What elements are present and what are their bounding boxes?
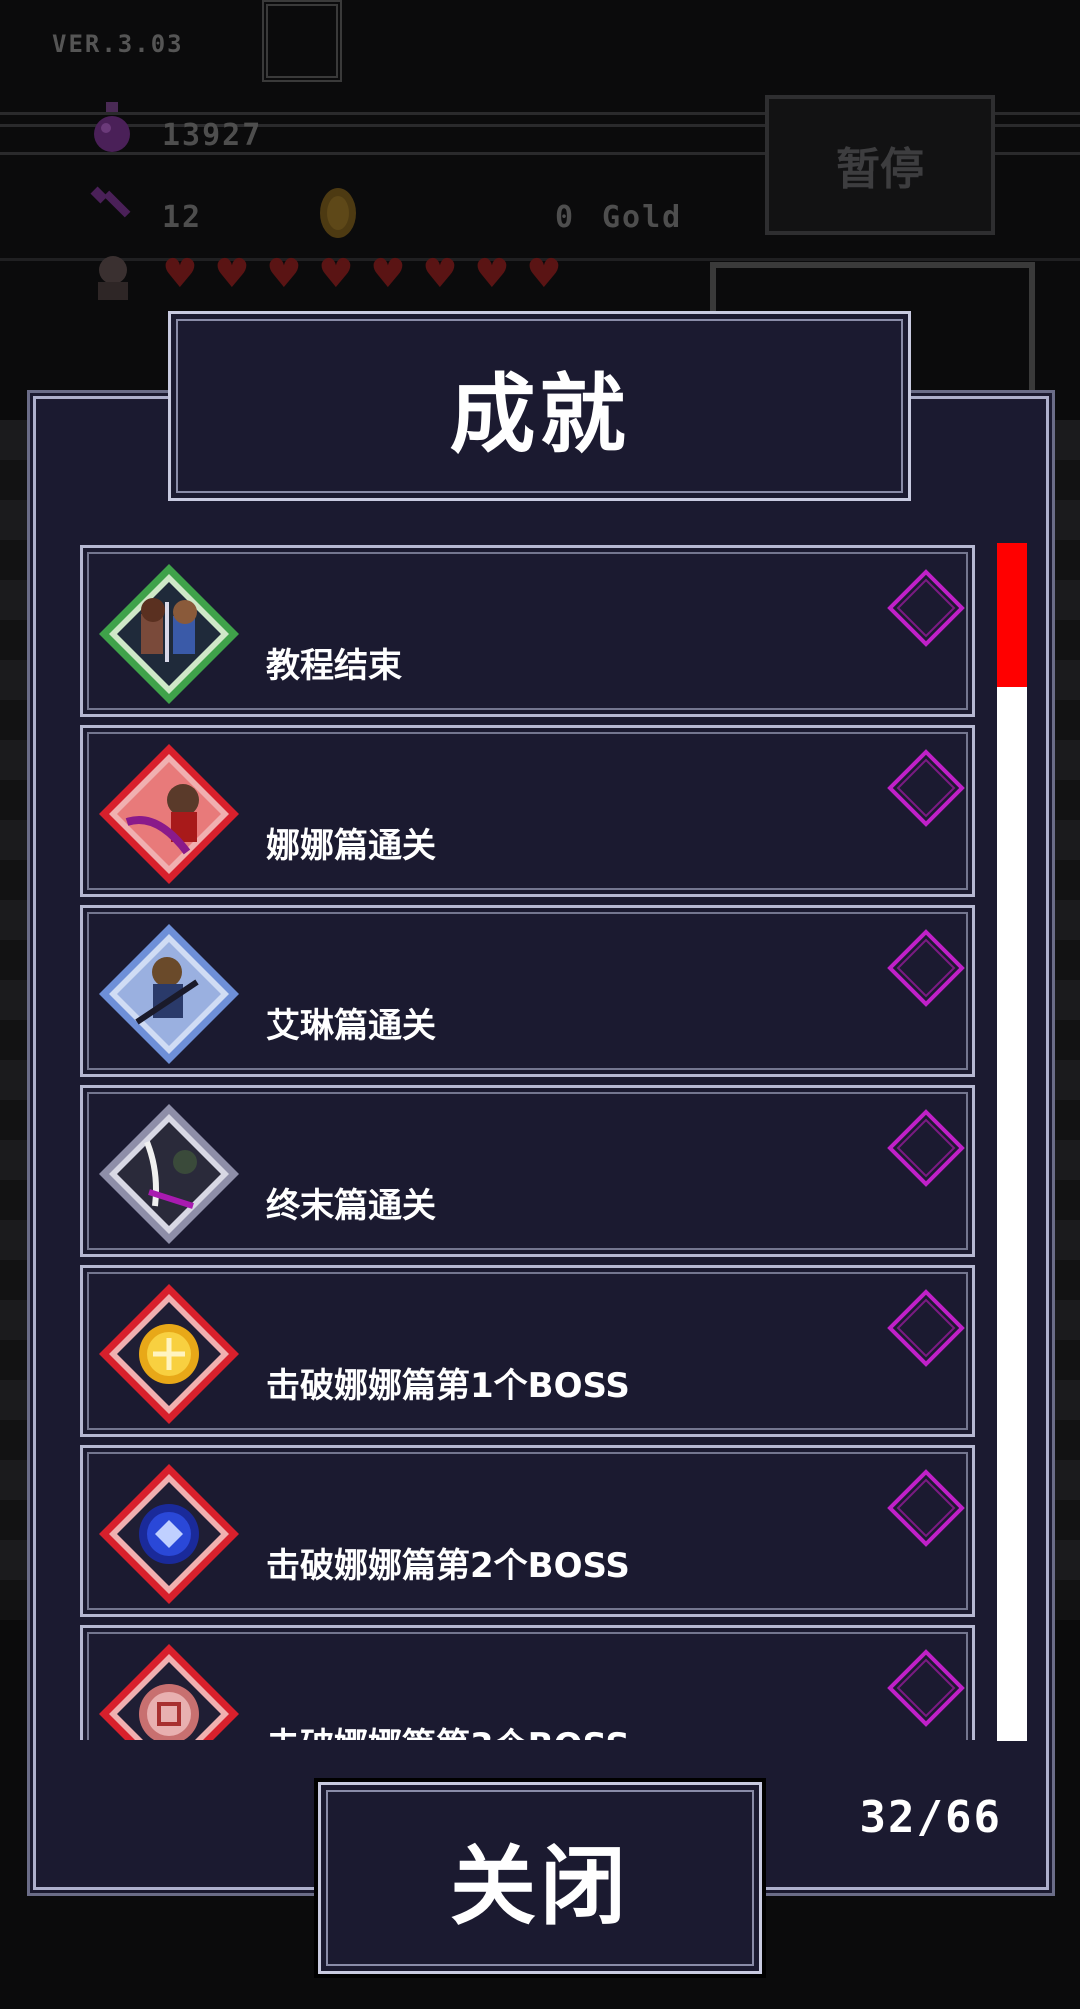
heart-icon: ♥ <box>474 251 510 297</box>
achievement-row[interactable]: 击破娜娜篇第1个BOSS <box>80 1265 975 1437</box>
gold-amount: 0 <box>555 200 576 235</box>
locked-diamond-icon <box>887 1109 965 1187</box>
achievement-list[interactable]: 教程结束 娜娜篇通关 艾琳篇通关 终末篇通关 击破娜娜篇第1个BOSS 击破娜娜… <box>80 545 975 1740</box>
achievement-progress-counter: 32/66 <box>859 1792 1002 1843</box>
tutorial-heroines-icon <box>99 564 239 704</box>
gold-boss-emblem-icon <box>99 1284 239 1424</box>
locked-diamond-icon <box>887 929 965 1007</box>
achievement-label: 娜娜篇通关 <box>266 826 436 866</box>
achievement-label: 终末篇通关 <box>266 1186 436 1226</box>
heart-icon: ♥ <box>266 251 302 297</box>
heart-icon: ♥ <box>370 251 406 297</box>
version-label: VER.3.03 <box>52 30 184 58</box>
achievement-label: 击破娜娜篇第3个BOSS <box>266 1718 630 1740</box>
gold-label: Gold <box>602 200 683 235</box>
locked-diamond-icon <box>887 1469 965 1547</box>
pause-button: 暂停 <box>765 95 995 235</box>
close-button[interactable]: 关闭 <box>318 1782 762 1974</box>
gold-coin-icon <box>320 188 356 238</box>
achievement-label: 教程结束 <box>266 646 402 686</box>
nana-chapter-icon <box>99 744 239 884</box>
achievement-row[interactable]: 击破娜娜篇第3个BOSS <box>80 1625 975 1740</box>
key-count: 12 <box>162 200 203 235</box>
locked-diamond-icon <box>887 749 965 827</box>
heart-icon: ♥ <box>422 251 458 297</box>
close-button-label: 关闭 <box>450 1836 630 1937</box>
item-slot <box>262 0 342 82</box>
player-portrait-icon <box>98 256 128 300</box>
achievement-label: 击破娜娜篇第2个BOSS <box>266 1546 630 1586</box>
irene-chapter-icon <box>99 924 239 1064</box>
achievement-row[interactable]: 娜娜篇通关 <box>80 725 975 897</box>
health-hearts: ♥ ♥ ♥ ♥ ♥ ♥ ♥ ♥ <box>162 251 564 297</box>
heart-icon: ♥ <box>318 251 354 297</box>
heart-icon: ♥ <box>214 251 250 297</box>
achievement-label: 击破娜娜篇第1个BOSS <box>266 1366 630 1406</box>
achievement-row[interactable]: 艾琳篇通关 <box>80 905 975 1077</box>
dialog-title: 成就 <box>449 364 630 465</box>
locked-diamond-icon <box>887 1289 965 1367</box>
potion-count: 13927 <box>162 118 263 153</box>
achievement-row[interactable]: 击破娜娜篇第2个BOSS <box>80 1445 975 1617</box>
achievement-row[interactable]: 终末篇通关 <box>80 1085 975 1257</box>
scrollbar-thumb[interactable] <box>997 543 1027 687</box>
locked-diamond-icon <box>887 1649 965 1727</box>
final-chapter-icon <box>99 1104 239 1244</box>
achievement-label: 艾琳篇通关 <box>266 1006 436 1046</box>
scrollbar-track[interactable] <box>997 543 1027 1741</box>
potion-icon <box>94 102 130 152</box>
locked-diamond-icon <box>887 569 965 647</box>
title-banner: 成就 <box>168 311 911 501</box>
heart-icon: ♥ <box>526 251 562 297</box>
heart-icon: ♥ <box>162 251 198 297</box>
key-icon <box>90 186 131 218</box>
red-boss-emblem-icon <box>99 1644 239 1740</box>
achievement-row[interactable]: 教程结束 <box>80 545 975 717</box>
blue-boss-emblem-icon <box>99 1464 239 1604</box>
